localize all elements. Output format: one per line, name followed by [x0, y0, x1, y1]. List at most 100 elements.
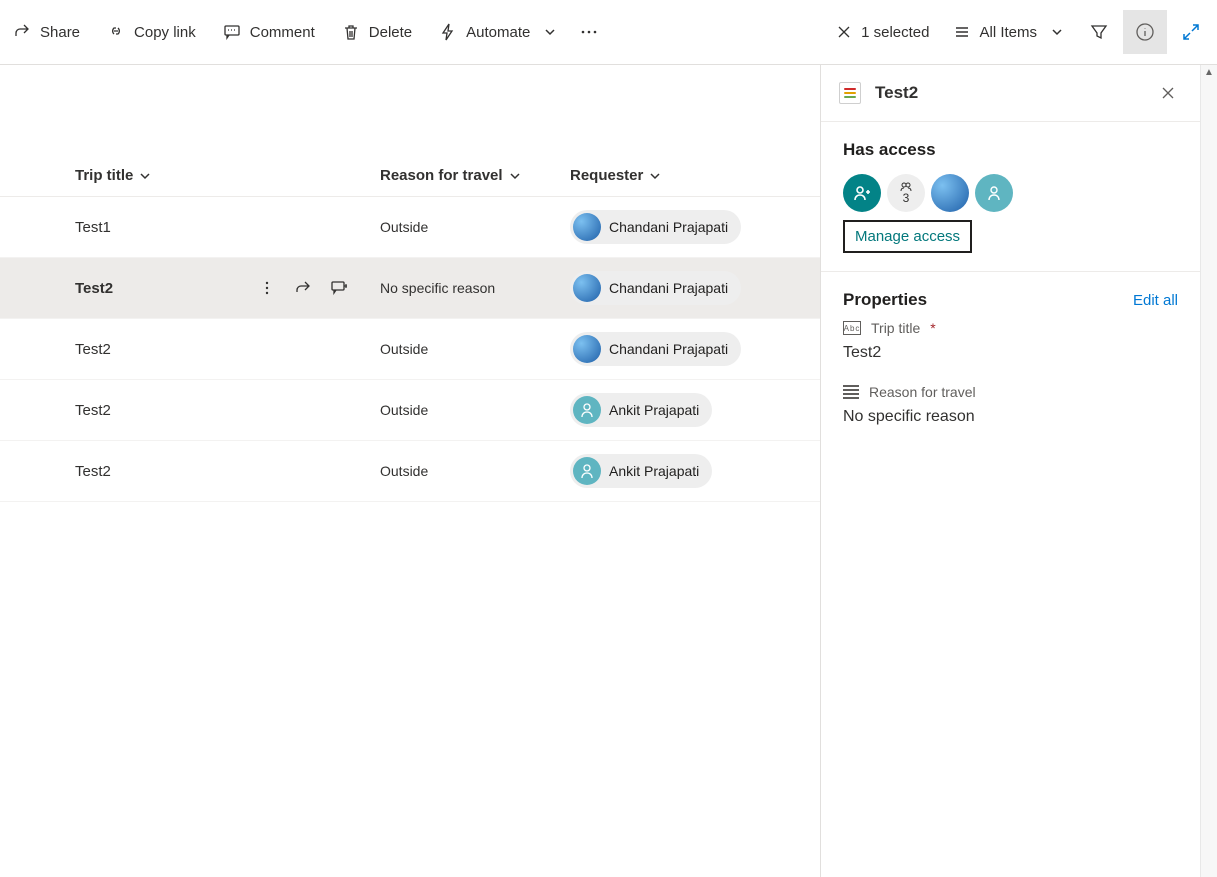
- avatar: [573, 457, 601, 485]
- person-chip[interactable]: Ankit Prajapati: [570, 454, 712, 488]
- share-icon: [12, 22, 32, 42]
- column-header-requester[interactable]: Requester: [570, 167, 820, 184]
- avatar: [573, 335, 601, 363]
- access-avatar[interactable]: [931, 174, 969, 212]
- manage-access-highlight: Manage access: [843, 220, 972, 253]
- row-reason: Outside: [380, 402, 570, 418]
- close-panel-button[interactable]: [1154, 79, 1182, 107]
- trash-icon: [341, 22, 361, 42]
- share-label: Share: [40, 24, 80, 41]
- row-title: Test2: [75, 280, 256, 297]
- list-item-icon: [839, 82, 861, 104]
- has-access-section: Has access 3 Manage access: [821, 122, 1200, 272]
- access-avatar[interactable]: [975, 174, 1013, 212]
- column-headers: Trip title Reason for travel Requester: [0, 155, 820, 197]
- row-more-button[interactable]: [256, 277, 278, 299]
- table-row[interactable]: Test2 Outside Ankit Prajapati: [0, 441, 820, 502]
- person-chip[interactable]: Chandani Prajapati: [570, 271, 741, 305]
- person-name: Chandani Prajapati: [609, 341, 728, 357]
- delete-label: Delete: [369, 24, 412, 41]
- person-name: Ankit Prajapati: [609, 463, 699, 479]
- text-field-icon: Abc: [843, 321, 861, 335]
- list-view-icon: [953, 23, 971, 41]
- chevron-down-icon: [1051, 26, 1063, 38]
- has-access-header: Has access: [843, 140, 1178, 160]
- scrollbar-track[interactable]: ▲: [1200, 65, 1217, 877]
- row-reason: No specific reason: [380, 280, 570, 296]
- filter-button[interactable]: [1077, 10, 1121, 54]
- info-pane-button[interactable]: [1123, 10, 1167, 54]
- properties-header: Properties: [843, 290, 1133, 310]
- ellipsis-icon: [580, 23, 598, 41]
- column-header-title[interactable]: Trip title: [0, 167, 380, 184]
- row-title: Test2: [75, 402, 111, 419]
- person-name: Chandani Prajapati: [609, 280, 728, 296]
- field-label-reason: Reason for travel: [843, 384, 1178, 400]
- avatar: [573, 213, 601, 241]
- row-share-button[interactable]: [292, 277, 314, 299]
- chevron-down-icon: [649, 170, 661, 182]
- table-row[interactable]: Test2 Outside Chandani Prajapati: [0, 319, 820, 380]
- chevron-down-icon: [544, 26, 556, 38]
- comment-icon: [222, 22, 242, 42]
- multiline-icon: [843, 385, 859, 399]
- copylink-button[interactable]: Copy link: [94, 16, 208, 48]
- row-reason: Outside: [380, 219, 570, 235]
- required-indicator: *: [930, 320, 935, 336]
- row-title: Test2: [75, 463, 111, 480]
- expand-icon: [1181, 22, 1201, 42]
- row-comment-button[interactable]: [328, 277, 350, 299]
- link-icon: [106, 22, 126, 42]
- command-bar: Share Copy link Comment Delete Automate: [0, 0, 1217, 65]
- info-icon: [1135, 22, 1155, 42]
- person-chip[interactable]: Chandani Prajapati: [570, 210, 741, 244]
- person-chip[interactable]: Ankit Prajapati: [570, 393, 712, 427]
- expand-button[interactable]: [1169, 10, 1213, 54]
- grant-access-button[interactable]: [843, 174, 881, 212]
- field-value-triptitle[interactable]: Test2: [843, 344, 1178, 362]
- avatar: [573, 396, 601, 424]
- row-title: Test2: [75, 341, 111, 358]
- details-pane: Test2 Has access 3: [820, 65, 1200, 877]
- row-title: Test1: [75, 219, 111, 236]
- row-reason: Outside: [380, 463, 570, 479]
- chevron-down-icon: [139, 170, 151, 182]
- table-row[interactable]: Test2 Outside Ankit Prajapati: [0, 380, 820, 441]
- person-name: Chandani Prajapati: [609, 219, 728, 235]
- list-area: Trip title Reason for travel Requester T…: [0, 65, 820, 877]
- properties-fields: Abc Trip title * Test2 Reason for travel…: [821, 314, 1200, 444]
- selection-count-label: 1 selected: [861, 24, 929, 41]
- automate-button[interactable]: Automate: [426, 16, 568, 48]
- manage-access-link[interactable]: Manage access: [855, 228, 960, 245]
- copylink-label: Copy link: [134, 24, 196, 41]
- table-row[interactable]: Test1 Outside Chandani Prajapati: [0, 197, 820, 258]
- more-actions-button[interactable]: [570, 16, 608, 48]
- automate-label: Automate: [466, 24, 530, 41]
- scroll-up-icon: ▲: [1201, 65, 1217, 80]
- share-button[interactable]: Share: [0, 16, 92, 48]
- avatar: [573, 274, 601, 302]
- person-icon: [985, 184, 1003, 202]
- automate-icon: [438, 22, 458, 42]
- delete-button[interactable]: Delete: [329, 16, 424, 48]
- edit-all-link[interactable]: Edit all: [1133, 292, 1178, 309]
- close-icon: [1160, 85, 1176, 101]
- view-label: All Items: [979, 24, 1037, 41]
- row-reason: Outside: [380, 341, 570, 357]
- field-label-triptitle: Abc Trip title *: [843, 320, 1178, 336]
- person-add-icon: [852, 183, 872, 203]
- view-selector[interactable]: All Items: [941, 16, 1075, 48]
- comment-button[interactable]: Comment: [210, 16, 327, 48]
- person-name: Ankit Prajapati: [609, 402, 699, 418]
- column-header-reason[interactable]: Reason for travel: [380, 167, 570, 184]
- selection-count[interactable]: 1 selected: [825, 23, 939, 41]
- field-value-reason[interactable]: No specific reason: [843, 408, 1178, 426]
- clear-selection-icon: [835, 23, 853, 41]
- table-row[interactable]: Test2 No specific reason Chandani Prajapat…: [0, 258, 820, 319]
- person-chip[interactable]: Chandani Prajapati: [570, 332, 741, 366]
- panel-title: Test2: [875, 83, 918, 103]
- comment-label: Comment: [250, 24, 315, 41]
- chevron-down-icon: [509, 170, 521, 182]
- access-group-count[interactable]: 3: [887, 174, 925, 212]
- filter-icon: [1089, 22, 1109, 42]
